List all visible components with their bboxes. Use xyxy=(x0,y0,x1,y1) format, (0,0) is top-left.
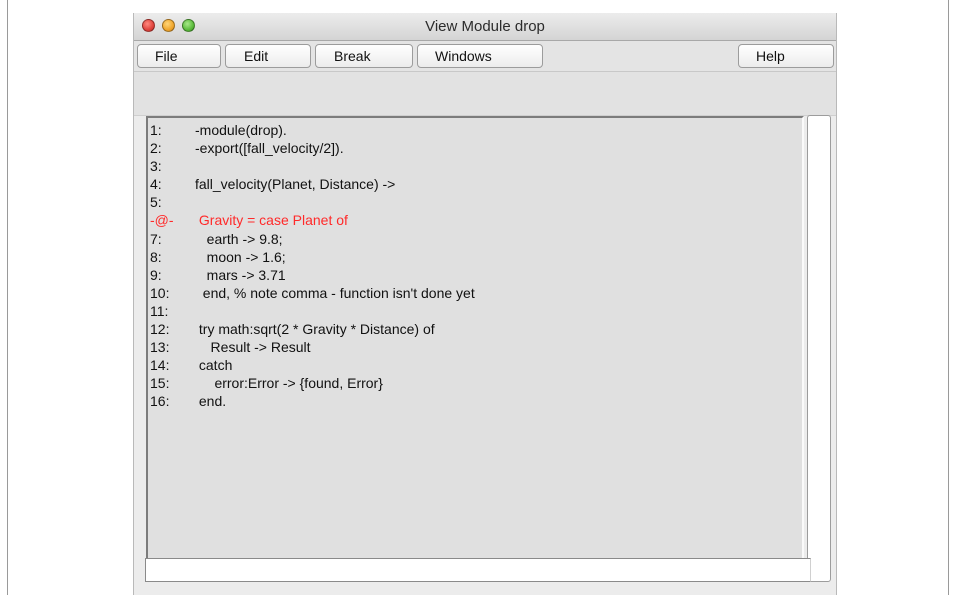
menu-break[interactable]: Break xyxy=(315,44,413,68)
line-number: 3: xyxy=(150,158,162,175)
menu-edit[interactable]: Edit xyxy=(225,44,311,68)
vertical-scrollbar[interactable] xyxy=(807,115,831,582)
menu-file-label: File xyxy=(155,48,178,64)
page-frame-right xyxy=(948,0,949,595)
menu-file[interactable]: File xyxy=(137,44,221,68)
line-text: mars -> 3.71 xyxy=(195,266,286,283)
menu-help-label: Help xyxy=(756,48,785,64)
line-number: 11: xyxy=(150,302,169,319)
line-text: earth -> 9.8; xyxy=(195,230,283,247)
code-line[interactable]: 13: Result -> Result xyxy=(150,338,475,356)
line-text: end. xyxy=(195,393,227,410)
line-text: -export([fall_velocity/2]). xyxy=(195,140,344,157)
code-line[interactable]: 12: try math:sqrt(2 * Gravity * Distance… xyxy=(150,320,475,338)
line-text: end, % note comma - function isn't done … xyxy=(195,284,475,301)
toolbar-area xyxy=(134,72,836,116)
code-lines: 1: -module(drop). 2: -export([fall_velocity… xyxy=(150,121,475,411)
line-number: 13: xyxy=(150,339,170,356)
line-number: -@- xyxy=(150,212,174,229)
code-line[interactable]: 14: catch xyxy=(150,356,475,374)
line-text: -module(drop). xyxy=(195,122,287,138)
code-line[interactable]: 11: xyxy=(150,302,475,320)
menu-edit-label: Edit xyxy=(244,48,269,64)
line-text: catch xyxy=(195,357,233,374)
menu-help[interactable]: Help xyxy=(738,44,834,68)
code-line[interactable]: 7: earth -> 9.8; xyxy=(150,230,475,248)
code-line[interactable]: 10: end, % note comma - function isn't d… xyxy=(150,284,475,302)
line-number: 4: xyxy=(150,176,162,193)
code-line[interactable]: 1: -module(drop). xyxy=(150,121,475,139)
title-bar[interactable]: View Module drop xyxy=(134,13,836,41)
line-text: fall_velocity(Planet, Distance) -> xyxy=(195,176,396,193)
line-number: 8: xyxy=(150,248,162,265)
line-number: 5: xyxy=(150,194,162,211)
code-line[interactable]: 8: moon -> 1.6; xyxy=(150,248,475,266)
menu-bar: File Edit Break Windows Help xyxy=(134,41,836,72)
code-line[interactable]: 4: fall_velocity(Planet, Distance) -> xyxy=(150,175,475,193)
line-number: 10: xyxy=(150,284,170,301)
code-line[interactable]: 3: xyxy=(150,157,475,175)
line-text: moon -> 1.6; xyxy=(195,248,286,265)
window-title: View Module drop xyxy=(425,18,545,35)
code-line[interactable]: 2: -export([fall_velocity/2]). xyxy=(150,139,475,157)
line-number: 9: xyxy=(150,266,162,283)
line-number: 2: xyxy=(150,140,162,157)
code-line[interactable]: 5: xyxy=(150,193,475,211)
code-line[interactable]: 9: mars -> 3.71 xyxy=(150,266,475,284)
menu-windows-label: Windows xyxy=(435,48,492,64)
code-view[interactable]: 1: -module(drop). 2: -export([fall_velocity… xyxy=(146,116,804,568)
line-number: 12: xyxy=(150,321,170,338)
code-line[interactable]: 16: end. xyxy=(150,392,475,410)
line-number: 15: xyxy=(150,375,170,392)
status-input[interactable] xyxy=(145,558,811,582)
view-module-window: View Module drop File Edit Break Windows… xyxy=(133,13,837,595)
page-frame-left xyxy=(7,0,8,595)
line-number: 7: xyxy=(150,230,162,247)
line-number: 14: xyxy=(150,357,170,374)
line-text: Gravity = case Planet of xyxy=(195,212,348,229)
line-number: 1: xyxy=(150,122,162,138)
code-line[interactable]: 15: error:Error -> {found, Error} xyxy=(150,374,475,392)
line-text: try math:sqrt(2 * Gravity * Distance) of xyxy=(195,321,435,338)
line-text: Result -> Result xyxy=(195,339,311,356)
line-text: error:Error -> {found, Error} xyxy=(195,375,383,392)
menu-windows[interactable]: Windows xyxy=(417,44,543,68)
menu-break-label: Break xyxy=(334,48,371,64)
line-number: 16: xyxy=(150,393,170,410)
code-line-breakpoint[interactable]: -@- Gravity = case Planet of xyxy=(150,211,475,229)
